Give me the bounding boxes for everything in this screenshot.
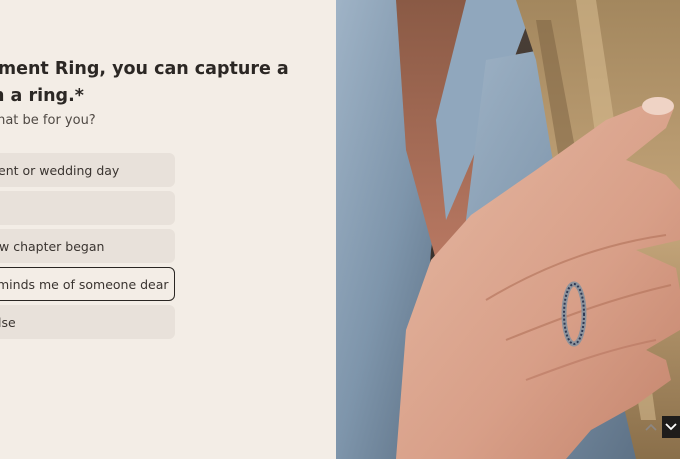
question-text: ement Ring, you can capture a in a ring.… (0, 56, 316, 110)
hand-with-ring-photo (336, 0, 680, 459)
next-question-button[interactable] (662, 416, 680, 438)
previous-question-button[interactable] (642, 416, 660, 438)
question-line-2: in a ring.* (0, 86, 84, 106)
option-reminds-someone-dear[interactable]: minds me of someone dear (0, 267, 175, 301)
question-subtext: that be for you? (0, 113, 96, 128)
option-2[interactable] (0, 191, 175, 225)
question-line-1: ement Ring, you can capture a (0, 59, 289, 79)
chevron-down-icon (665, 423, 677, 431)
question-navigation (642, 416, 680, 438)
option-label: minds me of someone dear (0, 276, 169, 292)
answer-options: ent or wedding day w chapter began minds… (0, 153, 175, 343)
option-something-else[interactable]: lse (0, 305, 175, 339)
option-label: lse (0, 314, 16, 330)
option-label: w chapter began (0, 238, 105, 254)
option-engagement-wedding-day[interactable]: ent or wedding day (0, 153, 175, 187)
chevron-up-icon (645, 423, 657, 431)
option-label: ent or wedding day (0, 162, 120, 178)
question-panel: ement Ring, you can capture a in a ring.… (0, 0, 336, 459)
option-new-chapter[interactable]: w chapter began (0, 229, 175, 263)
